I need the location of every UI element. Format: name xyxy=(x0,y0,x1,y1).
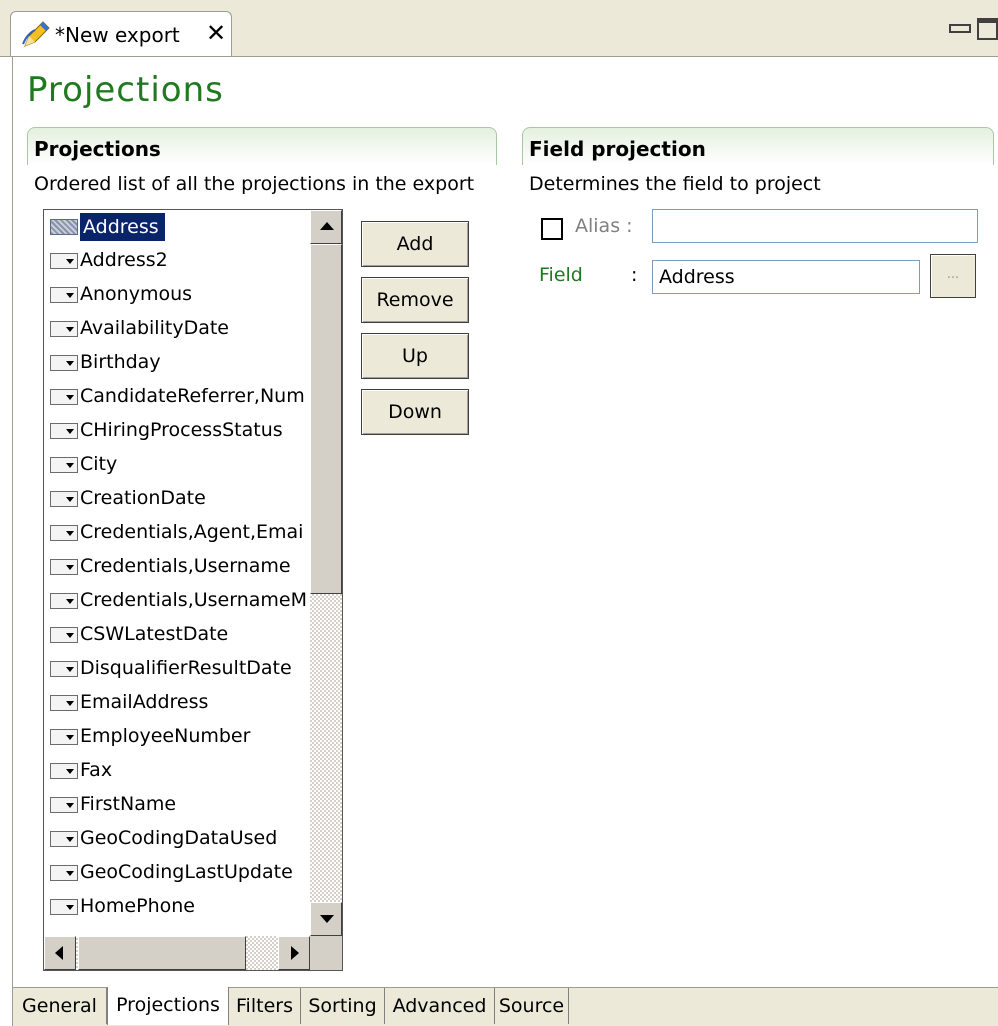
list-item-label: HomePhone xyxy=(80,895,195,917)
field-type-icon xyxy=(50,695,78,711)
list-item-label: Address xyxy=(80,213,165,241)
list-item-label: Address2 xyxy=(80,249,168,271)
projections-section-description: Ordered list of all the projections in t… xyxy=(34,173,475,195)
tab-sorting[interactable]: Sorting xyxy=(301,988,385,1024)
field-type-icon xyxy=(50,729,78,745)
list-item-label: CreationDate xyxy=(80,487,206,509)
field-type-icon xyxy=(50,559,78,575)
browse-button[interactable]: ... xyxy=(930,254,976,298)
tab-general[interactable]: General xyxy=(13,988,107,1024)
list-item-label: DisqualifierResultDate xyxy=(80,657,292,679)
scroll-up-button[interactable] xyxy=(310,210,342,244)
maximize-icon[interactable] xyxy=(977,18,998,40)
list-item-label: Credentials,Username xyxy=(80,555,291,577)
field-type-icon xyxy=(50,797,78,813)
list-item-label: Credentials,Agent,Emai xyxy=(80,521,304,543)
horizontal-scroll-thumb[interactable] xyxy=(78,936,246,970)
field-projection-section-header: Field projection xyxy=(522,127,994,165)
field-type-icon xyxy=(50,865,78,881)
field-type-icon xyxy=(50,491,78,507)
field-projection-section-description: Determines the field to project xyxy=(529,173,821,195)
add-button[interactable]: Add xyxy=(361,221,469,267)
editor-page: Projections Projections Ordered list of … xyxy=(12,57,998,987)
list-item-label: Fax xyxy=(80,759,113,781)
close-icon[interactable]: ✕ xyxy=(206,19,226,47)
tab-source[interactable]: Source xyxy=(495,988,569,1024)
editor-tab-title: *New export xyxy=(55,23,180,47)
remove-button[interactable]: Remove xyxy=(361,277,469,323)
arrow-left-icon xyxy=(55,946,63,960)
list-item-label: EmployeeNumber xyxy=(80,725,251,747)
vertical-scrollbar[interactable] xyxy=(310,210,342,936)
field-type-icon xyxy=(50,355,78,371)
arrow-up-icon xyxy=(320,222,334,230)
list-item-label: CHiringProcessStatus xyxy=(80,419,283,441)
field-type-icon xyxy=(50,627,78,643)
list-item-label: Birthday xyxy=(80,351,161,373)
projections-list[interactable]: Address Address2 Anonymous AvailabilityDate… xyxy=(43,209,343,971)
field-label: Field xyxy=(539,264,583,286)
field-type-icon xyxy=(50,831,78,847)
tab-projections[interactable]: Projections xyxy=(107,987,229,1025)
field-type-icon xyxy=(50,253,78,269)
scroll-right-button[interactable] xyxy=(278,936,310,970)
field-colon: : xyxy=(631,264,638,286)
scroll-down-button[interactable] xyxy=(310,902,342,936)
field-type-icon xyxy=(50,661,78,677)
alias-checkbox[interactable] xyxy=(541,218,563,240)
field-type-icon xyxy=(50,287,78,303)
horizontal-scrollbar[interactable] xyxy=(44,936,310,970)
up-button[interactable]: Up xyxy=(361,333,469,379)
field-type-icon xyxy=(50,525,78,541)
arrow-down-icon xyxy=(320,915,334,923)
page-tabs: General Projections Filters Sorting Advanced… xyxy=(12,987,998,1026)
tab-filters[interactable]: Filters xyxy=(229,988,301,1024)
page-title: Projections xyxy=(27,70,224,110)
alias-input[interactable] xyxy=(652,209,978,243)
list-item-label: GeoCodingDataUsed xyxy=(80,827,278,849)
list-item-label: FirstName xyxy=(80,793,177,815)
list-item-label: CSWLatestDate xyxy=(80,623,229,645)
field-type-icon xyxy=(50,389,78,405)
list-item-label: CandidateReferrer,Num xyxy=(80,385,305,407)
list-item-label: GeoCodingLastUpdate xyxy=(80,861,293,883)
field-type-icon xyxy=(50,763,78,779)
field-type-icon xyxy=(50,219,78,235)
field-type-icon xyxy=(50,593,78,609)
down-button[interactable]: Down xyxy=(361,389,469,435)
minimize-icon[interactable] xyxy=(949,24,971,33)
field-type-icon xyxy=(50,423,78,439)
vertical-scroll-thumb[interactable] xyxy=(310,244,342,594)
list-item-label: Credentials,UsernameM xyxy=(80,589,307,611)
projections-section-header: Projections xyxy=(27,127,497,165)
field-type-icon xyxy=(50,457,78,473)
pencil-icon xyxy=(22,21,50,47)
tab-advanced[interactable]: Advanced xyxy=(385,988,495,1024)
field-type-icon xyxy=(50,321,78,337)
editor-tab-bar: *New export ✕ xyxy=(0,0,998,57)
list-item-label: Anonymous xyxy=(80,283,193,305)
list-item-label: AvailabilityDate xyxy=(80,317,229,339)
alias-label: Alias : xyxy=(575,215,633,237)
scrollbar-corner xyxy=(310,936,342,970)
field-type-icon xyxy=(50,899,78,915)
scroll-left-button[interactable] xyxy=(44,936,76,970)
field-input[interactable] xyxy=(652,260,920,294)
editor-tab-new-export[interactable]: *New export ✕ xyxy=(10,11,232,56)
list-item-label: City xyxy=(80,453,118,475)
arrow-right-icon xyxy=(291,946,299,960)
list-item-label: EmailAddress xyxy=(80,691,209,713)
